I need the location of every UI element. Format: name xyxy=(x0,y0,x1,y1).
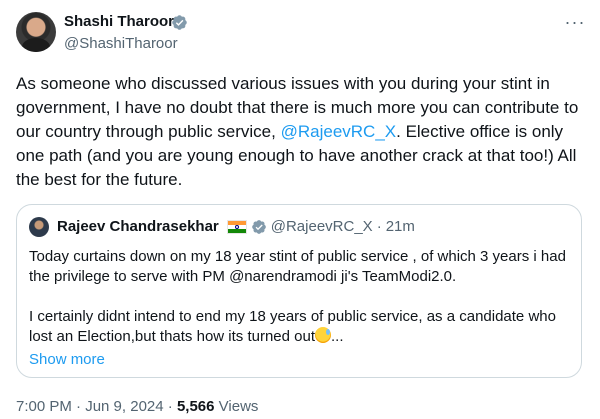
quoted-author-name[interactable]: Rajeev Chandrasekhar xyxy=(57,218,219,235)
avatar[interactable] xyxy=(16,12,56,52)
quoted-text: Today curtains down on my 18 year stint … xyxy=(29,247,569,347)
quoted-ellipsis: ... xyxy=(331,328,344,345)
views-count: 5,566 xyxy=(176,398,215,415)
author-handle[interactable]: @ShashiTharoor xyxy=(64,35,178,52)
verified-badge-icon xyxy=(172,15,187,30)
quoted-handle[interactable]: @RajeevRC_X xyxy=(271,218,373,235)
author-name[interactable]: Shashi Tharoor xyxy=(64,13,174,30)
verified-badge-icon xyxy=(251,219,266,234)
sweat-smile-icon xyxy=(315,327,332,343)
mention-link[interactable]: @RajeevRC_X xyxy=(281,122,397,141)
quoted-avatar[interactable] xyxy=(29,217,49,237)
india-flag-icon xyxy=(226,219,247,234)
more-options-icon[interactable]: ··· xyxy=(563,13,587,32)
views-label: Views xyxy=(218,398,259,415)
timestamp-link[interactable]: 7:00 PM · Jun 9, 2024 xyxy=(16,398,164,415)
quoted-paragraph-2: I certainly didnt intend to end my 18 ye… xyxy=(29,307,569,347)
show-more-link[interactable]: Show more xyxy=(29,351,105,368)
quoted-tweet[interactable]: Rajeev Chandrasekhar @RajeevRC_X · 21m T… xyxy=(16,204,582,378)
footer-separator: · xyxy=(167,398,173,415)
quoted-time[interactable]: 21m xyxy=(386,218,415,235)
quoted-header: Rajeev Chandrasekhar @RajeevRC_X · 21m xyxy=(57,218,415,235)
quoted-separator: · xyxy=(376,218,382,235)
quoted-paragraph-1: Today curtains down on my 18 year stint … xyxy=(29,248,566,285)
tweet-footer: 7:00 PM · Jun 9, 2024 · 5,566 Views xyxy=(16,398,258,415)
tweet: Shashi Tharoor @ShashiTharoor ··· As som… xyxy=(0,0,600,419)
tweet-text: As someone who discussed various issues … xyxy=(16,72,588,192)
quoted-paragraph-2-text: I certainly didnt intend to end my 18 ye… xyxy=(29,308,556,345)
